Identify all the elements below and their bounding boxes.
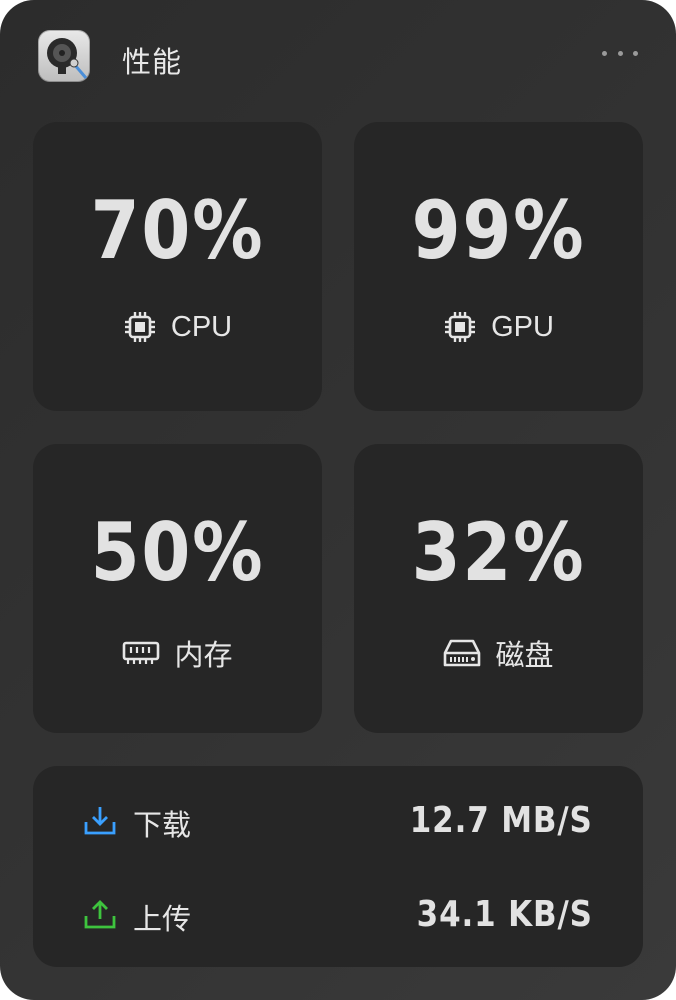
memory-label: 内存	[174, 640, 233, 672]
gpu-card[interactable]: 99% GPU	[354, 122, 643, 411]
network-card[interactable]: 下载 12.7 MB/S 上传 34.1 KB/S	[33, 766, 643, 967]
memory-label-row: 内存	[33, 632, 322, 674]
chip-icon	[124, 312, 155, 342]
gpu-label-row: GPU	[354, 310, 643, 344]
performance-widget: 性能 70% CPU 99% GPU 50% 内存 32% 磁盘 下载 12.7…	[0, 0, 676, 1000]
disk-label-row: 磁盘	[354, 632, 643, 674]
upload-icon	[84, 900, 116, 929]
gpu-percent: 99%	[411, 184, 586, 277]
chip-icon	[445, 312, 476, 342]
cpu-label: CPU	[170, 310, 233, 343]
upload-label: 上传	[133, 902, 192, 936]
cpu-label-row: CPU	[33, 310, 322, 344]
download-icon	[84, 807, 116, 835]
gpu-label: GPU	[491, 310, 554, 343]
more-dots-icon[interactable]	[602, 44, 638, 62]
memory-icon	[123, 641, 160, 664]
disk-percent: 32%	[411, 506, 586, 599]
download-row: 下载 12.7 MB/S	[33, 796, 643, 846]
cpu-card[interactable]: 70% CPU	[33, 122, 322, 411]
upload-row: 上传 34.1 KB/S	[33, 890, 643, 940]
widget-title: 性能	[122, 45, 183, 79]
cpu-percent: 70%	[90, 184, 265, 277]
upload-speed: 34.1 KB/S	[416, 894, 593, 935]
system-monitor-app-icon[interactable]	[38, 30, 90, 82]
disk-card[interactable]: 32% 磁盘	[354, 444, 643, 733]
disk-label: 磁盘	[495, 640, 554, 672]
disk-icon	[444, 639, 481, 667]
download-speed: 12.7 MB/S	[410, 800, 593, 841]
memory-card[interactable]: 50% 内存	[33, 444, 322, 733]
widget-header: 性能	[38, 30, 648, 84]
memory-percent: 50%	[90, 506, 265, 599]
download-label: 下载	[133, 808, 192, 842]
